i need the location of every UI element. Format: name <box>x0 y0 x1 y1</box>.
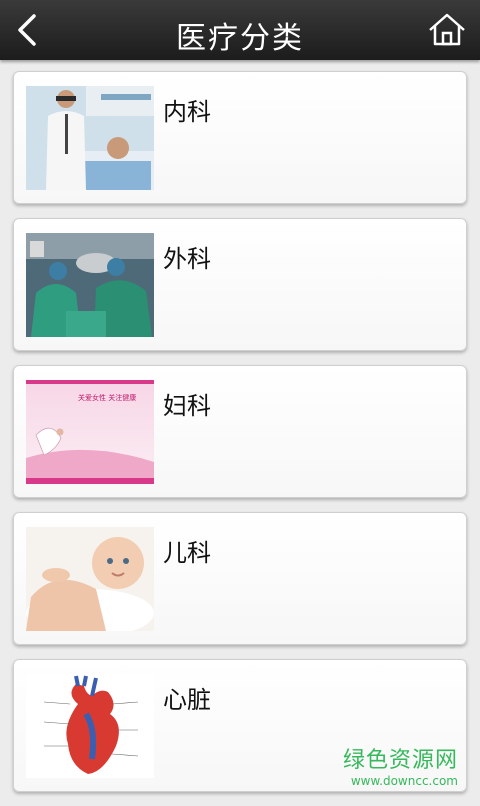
category-card-internal[interactable]: 内科 <box>13 71 467 204</box>
category-label: 妇科 <box>163 392 211 420</box>
category-label: 外科 <box>163 245 211 273</box>
category-label: 心脏 <box>163 686 211 714</box>
pediatrics-photo <box>26 527 154 631</box>
home-button[interactable] <box>424 10 470 50</box>
category-card-surgery[interactable]: 外科 <box>13 218 467 351</box>
page-title: 医疗分类 <box>176 21 304 56</box>
internal-medicine-photo <box>26 86 154 190</box>
watermark: 绿色资源网 www.downcc.com <box>343 742 458 788</box>
category-label: 内科 <box>163 98 211 126</box>
category-list: 内科 外科 关爱女性 关注健康 妇科 儿科 心脏 <box>13 71 467 806</box>
category-card-gynecology[interactable]: 关爱女性 关注健康 妇科 <box>13 365 467 498</box>
gyn-banner-text: 关爱女性 关注健康 <box>78 393 136 402</box>
surgery-photo <box>26 233 154 337</box>
heart-anatomy-photo <box>26 674 154 778</box>
header-bar: 医疗分类 <box>0 0 480 60</box>
watermark-url: www.downcc.com <box>350 774 458 788</box>
watermark-text: 绿色资源网 <box>342 748 458 773</box>
category-card-pediatrics[interactable]: 儿科 <box>13 512 467 645</box>
gynecology-photo: 关爱女性 关注健康 <box>26 380 154 484</box>
category-label: 儿科 <box>163 539 211 567</box>
home-icon <box>429 13 465 46</box>
